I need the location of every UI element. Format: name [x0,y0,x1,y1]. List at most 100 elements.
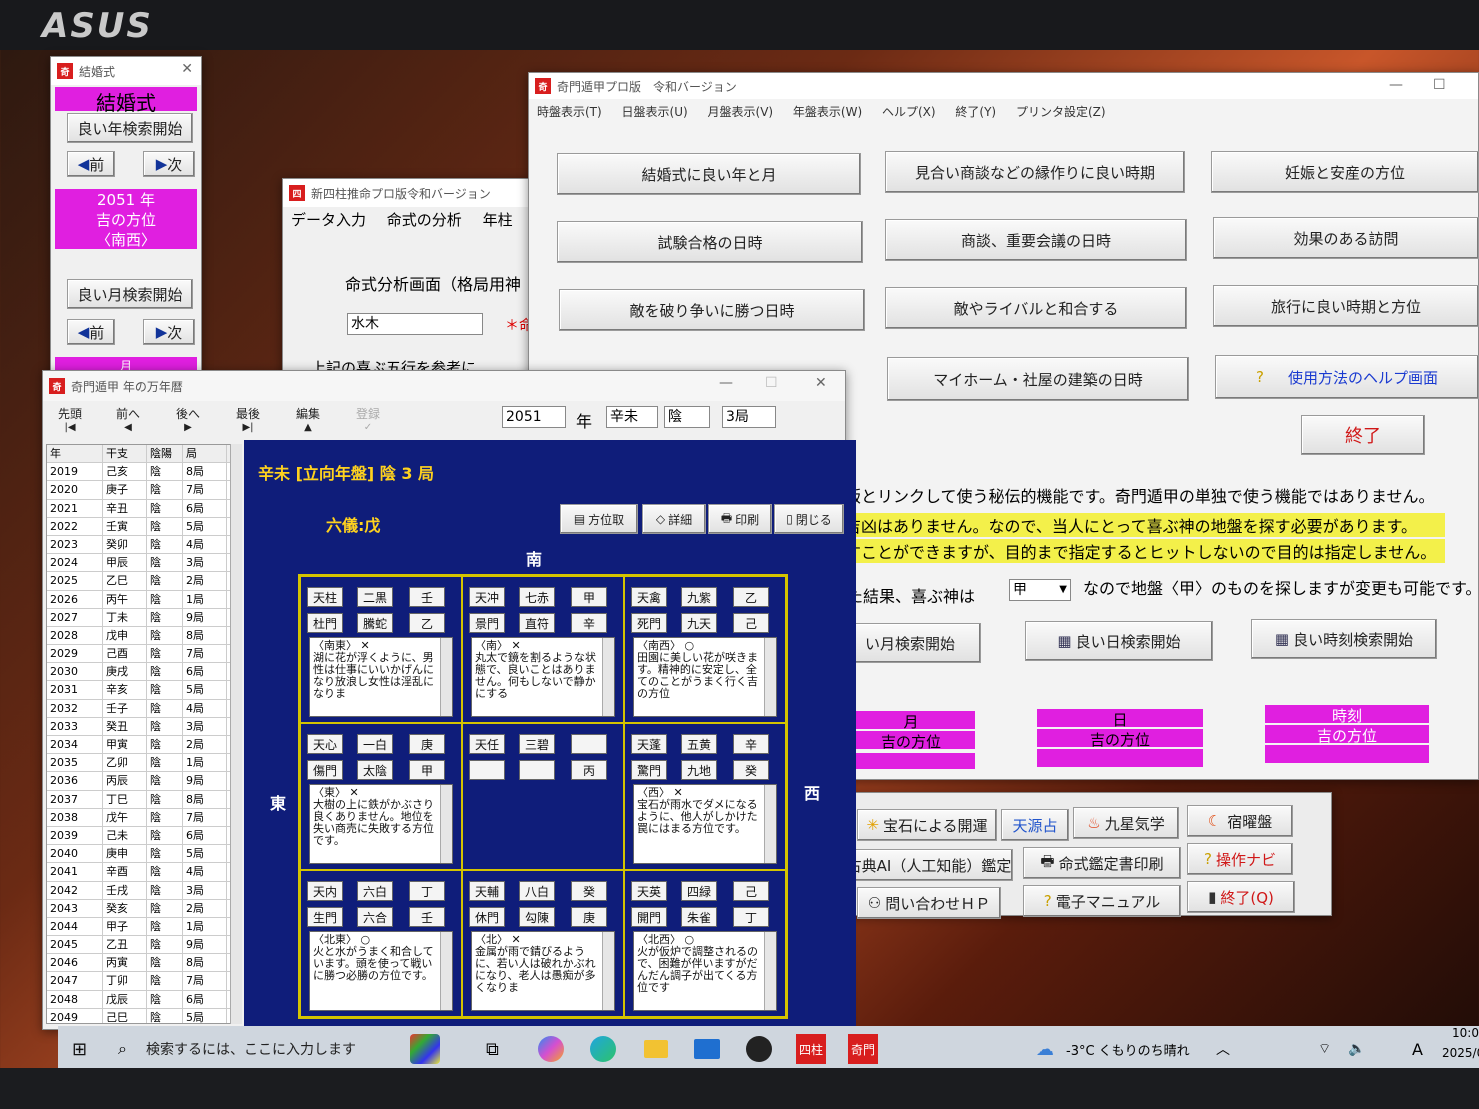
menu-analysis[interactable]: 命式の分析 [387,211,462,229]
kimon-cell[interactable]: 天英 四緑己開門 朱雀丁〈北西〉 ○ 火が仮炉で調整されるので、困難が伴いますがだん… [624,870,786,1017]
shichu-taskbar-app[interactable]: 四柱 [796,1034,826,1064]
operation-nav-button[interactable]: ? 操作ナビ [1187,843,1293,875]
last-button[interactable]: 最後 ▶| [220,404,276,440]
kimon-cell[interactable]: 天内 六白丁生門 六合壬〈北東〉 ○ 火と水がうまく和合しています。頭を使って戦いに… [300,870,462,1017]
close-icon[interactable]: ✕ [181,61,193,77]
table-row[interactable]: 2035 乙卯陰 1局 [47,754,239,773]
table-row[interactable]: 2034 甲寅陰 2局 [47,736,239,755]
gem-fortune-button[interactable]: ✳ 宝石による開運 [857,809,997,841]
menu-printer-settings[interactable]: プリンタ設定(Z) [1016,105,1106,119]
note-scrollbar[interactable] [764,638,776,716]
kimon-cell[interactable]: 天禽 九紫乙死門 九天己〈南西〉 ○ 田園に美しい花が咲きます。精神的に安定し、全て… [624,576,786,723]
table-row[interactable]: 2042 壬戌陰 3局 [47,881,239,900]
weather-text[interactable]: -3°C くもりのち晴れ [1066,1040,1190,1059]
kimon-cell[interactable]: 天任 三碧丙 [462,723,624,870]
taskbar-search-input[interactable]: 検索するには、ここに入力します [146,1039,356,1059]
table-row[interactable]: 2026 丙午陰 1局 [47,590,239,609]
year-field[interactable]: 2051 [502,406,566,428]
prev-button-2[interactable]: ◀ 前 [67,319,115,345]
next-button[interactable]: ▶ 次 [143,151,195,177]
table-row[interactable]: 2041 辛酉陰 4局 [47,863,239,882]
table-row[interactable]: 2022 壬寅陰 5局 [47,517,239,536]
kanshi-field[interactable]: 辛未 [606,406,658,428]
kimon-cell[interactable]: 天心 一白庚傷門 太陰甲〈東〉 ✕ 大樹の上に鉄がかぶさり良くありません。地位を失い… [300,723,462,870]
table-row[interactable]: 2023 癸卯陰 4局 [47,535,239,555]
table-scrollbar[interactable] [230,444,242,1024]
menu-month-board[interactable]: 月盤表示(V) [708,105,774,119]
kimon-cell[interactable]: 天冲 七赤甲景門 直符辛〈南〉 ✕ 丸太で鏡を割るような状態で、良いことはありません… [462,576,624,723]
kyusei-button[interactable]: ♨ 九星気学 [1073,807,1179,839]
defeat-enemy-button[interactable]: 敵を破り争いに勝つ日時 [559,289,865,331]
menu-help[interactable]: ヘルプ(X) [882,105,936,119]
asus-app-icon[interactable] [746,1036,772,1062]
direction-take-button[interactable]: ▤ 方位取 [560,504,638,534]
reconcile-rival-button[interactable]: 敵やライバルと和合する [885,287,1187,329]
task-view-icon[interactable]: ⧉ [486,1039,499,1060]
maximize-icon[interactable]: ☐ [765,375,778,391]
next-record-button[interactable]: 後へ ▶ [160,404,216,440]
kimon-note[interactable]: 〈北西〉 ○ 火が仮炉で調整されるので、困難が伴いますがだんだん調子が出てくる方… [633,931,777,1011]
register-button[interactable]: 登録 ✓ [340,404,396,440]
exit-q-button[interactable]: ▮ 終了(Q) [1187,881,1295,913]
table-row[interactable]: 2028 戊申陰 8局 [47,626,239,646]
effective-visit-button[interactable]: 効果のある訪問 [1213,217,1479,259]
kimon-note[interactable]: 〈東〉 ✕ 大樹の上に鉄がかぶさり良くありません。地位を失い商売に失敗する方位で… [309,784,453,864]
note-scrollbar[interactable] [602,932,614,1010]
contact-hp-button[interactable]: ⚇ 問い合わせＨＰ [857,887,1001,919]
close-button[interactable]: ▯ 閉じる [774,504,844,534]
business-meeting-button[interactable]: 商談、重要会議の日時 [885,219,1187,261]
table-row[interactable]: 2039 己未陰 6局 [47,826,239,846]
detail-button[interactable]: ◇ 詳細 [642,504,706,534]
shukuyo-button[interactable]: ☾ 宿曜盤 [1187,805,1293,837]
table-row[interactable]: 2030 庚戌陰 6局 [47,663,239,682]
kimon-cell[interactable]: 天輔 八白癸休門 勾陳庚〈北〉 ✕ 金属が雨で錆びるように、若い人は破れかぶれになり… [462,870,624,1017]
table-row[interactable]: 2031 辛亥陰 5局 [47,681,239,700]
cube-icon[interactable] [410,1034,440,1064]
kimon-note[interactable]: 〈南西〉 ○ 田園に美しい花が咲きます。精神的に安定し、全てのことがうまく行く吉… [633,637,777,717]
kimon-note[interactable]: 〈西〉 ✕ 宝石が雨水でダメになるように、他人がしかけた罠にはまる方位です。 [633,784,777,864]
menu-day-board[interactable]: 日盤表示(U) [622,105,688,119]
close-icon[interactable]: ✕ [815,375,827,391]
table-row[interactable]: 2047 丁卯陰 7局 [47,972,239,991]
clock-time[interactable]: 10:06 [1452,1026,1479,1040]
kyoku-field[interactable]: 3局 [722,406,776,428]
note-scrollbar[interactable] [440,785,452,863]
table-row[interactable]: 2029 己酉陰 7局 [47,645,239,664]
e-manual-button[interactable]: ? 電子マニュアル [1023,885,1181,917]
note-scrollbar[interactable] [764,785,776,863]
table-row[interactable]: 2040 庚申陰 5局 [47,845,239,864]
tengen-button[interactable]: 天源占 [1001,809,1069,841]
volume-icon[interactable]: 🔈 [1348,1041,1365,1057]
menu-year-board[interactable]: 年盤表示(W) [793,105,862,119]
table-row[interactable]: 2048 戊辰陰 6局 [47,990,239,1009]
kimon-taskbar-app[interactable]: 奇門 [848,1034,878,1064]
menu-data-input[interactable]: データ入力 [291,211,366,229]
pregnancy-direction-button[interactable]: 妊娠と安産の方位 [1211,151,1479,193]
matchmaking-timing-button[interactable]: 見合い商談などの縁作りに良い時期 [885,151,1185,193]
table-row[interactable]: 2019 己亥陰 8局 [47,463,239,482]
prev-record-button[interactable]: 前へ ◀ [100,404,156,440]
note-scrollbar[interactable] [764,932,776,1010]
home-building-button[interactable]: マイホーム・社屋の建築の日時 [887,357,1189,401]
note-scrollbar[interactable] [440,932,452,1010]
table-row[interactable]: 2021 辛丑陰 6局 [47,499,239,518]
chevron-up-icon[interactable]: ︿ [1216,1039,1230,1059]
windows-start-icon[interactable]: ⊞ [72,1039,87,1060]
table-row[interactable]: 2032 壬子陰 4局 [47,699,239,718]
exam-pass-button[interactable]: 試験合格の日時 [557,221,863,263]
inyo-field[interactable]: 陰 [664,406,710,428]
table-row[interactable]: 2027 丁未陰 9局 [47,608,239,627]
kimon-note[interactable]: 〈北〉 ✕ 金属が雨で錆びるように、若い人は破れかぶれになり、老人は愚痴が多くな… [471,931,615,1011]
kimon-note[interactable]: 〈南東〉 ✕ 湖に花が浮くように、男性は仕事にいいかげんになり放浪し女性は淫乱に… [309,637,453,717]
table-row[interactable]: 2044 甲子陰 1局 [47,917,239,937]
kimon-note[interactable]: 〈南〉 ✕ 丸太で鏡を割るような状態で、良いことはありません。何もしないで静かに… [471,637,615,717]
good-month-search-button[interactable]: い月検索開始 [839,623,981,663]
element-input[interactable]: 水木 [347,313,483,335]
clock-date[interactable]: 2025/01 [1442,1046,1479,1060]
menu-exit[interactable]: 終了(Y) [955,105,996,119]
print-button[interactable]: 🖶 印刷 [708,504,772,534]
table-row[interactable]: 2045 乙丑陰 9局 [47,936,239,955]
help-screen-button[interactable]: ? 使用方法のヘルプ画面 [1215,355,1479,399]
note-scrollbar[interactable] [440,638,452,716]
table-row[interactable]: 2043 癸亥陰 2局 [47,899,239,918]
